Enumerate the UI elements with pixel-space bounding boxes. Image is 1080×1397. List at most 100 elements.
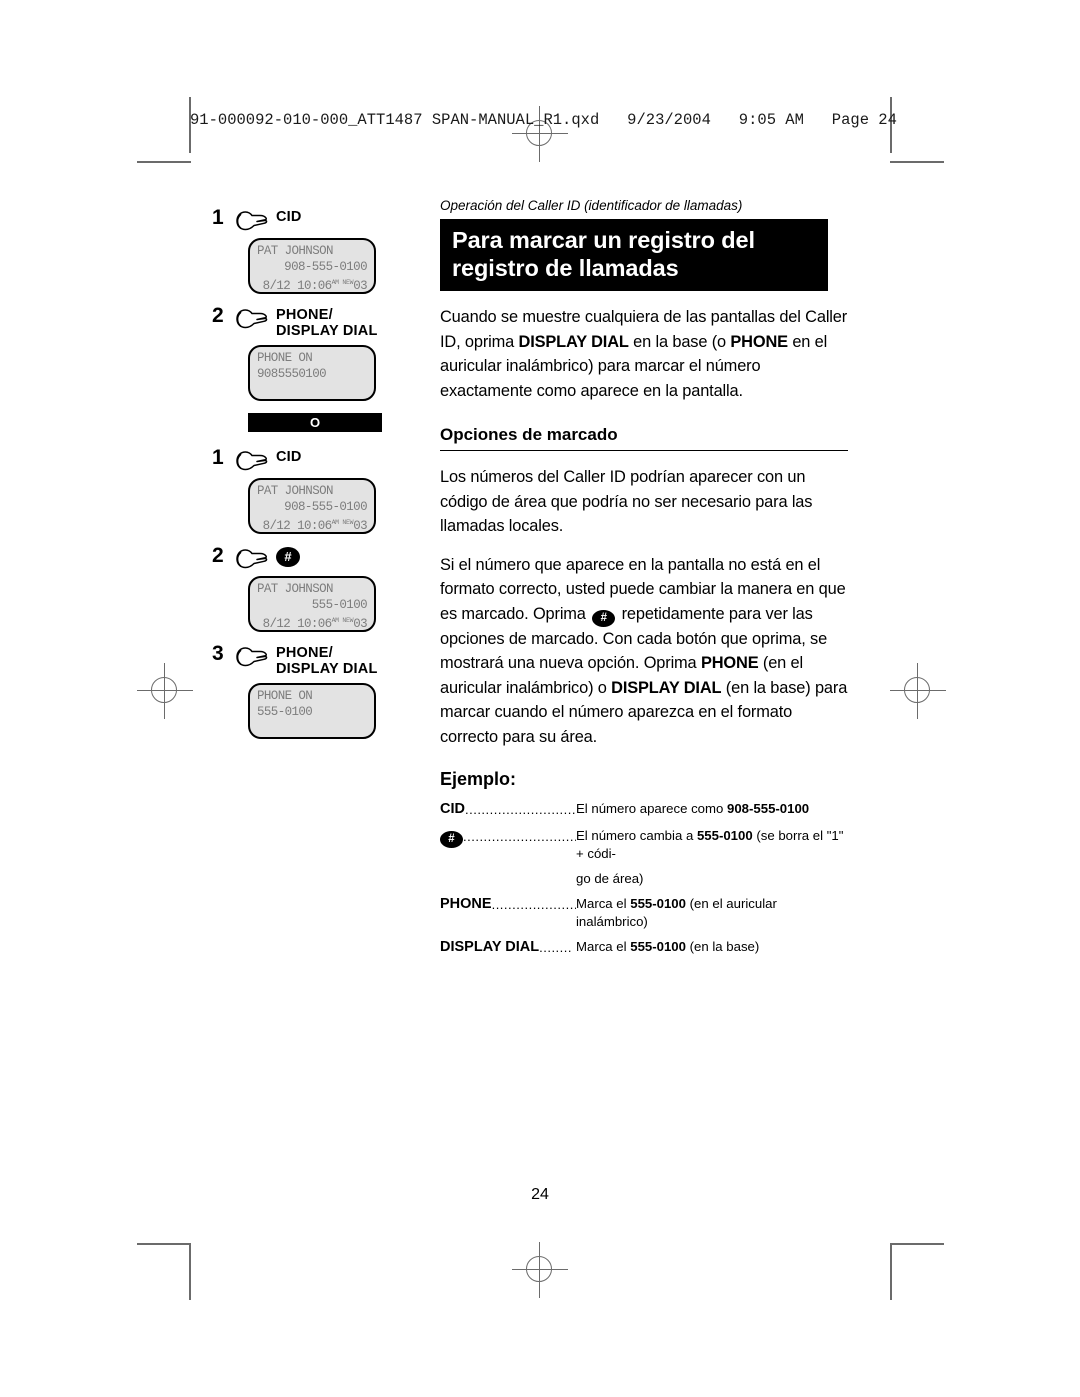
button-label: PHONE/ DISPLAY DIAL xyxy=(276,645,378,677)
button-label: CID xyxy=(276,449,302,465)
example-value-number: 555-0100 xyxy=(630,939,686,954)
para3-bold-phone: PHONE xyxy=(700,654,759,672)
example-value-pre: Marca el xyxy=(576,939,631,954)
lcd-am-new-indicator: AM NEW xyxy=(331,279,354,286)
crop-mark-bottom-left-horizontal xyxy=(137,1243,191,1245)
lcd-line-number: 555-0100 xyxy=(311,598,368,612)
lcd-am-new-indicator: AM NEW xyxy=(331,617,354,624)
example-key: DISPLAY DIAL xyxy=(440,939,540,955)
example-row-display-dial: DISPLAY DIAL ........ Marca el 555-0100 … xyxy=(440,938,852,958)
lcd-line-status: PHONE ON xyxy=(257,689,313,703)
example-key: PHONE xyxy=(440,896,492,912)
example-key: # xyxy=(440,827,463,848)
example-leader-dots: ..................... xyxy=(491,897,576,912)
pointing-hand-icon xyxy=(236,309,268,329)
pointing-hand-icon xyxy=(236,647,268,667)
example-row-cid: CID ............................... El n… xyxy=(440,800,852,820)
intro-paragraph: Cuando se muestre cualquiera de las pant… xyxy=(440,305,852,403)
step-number: 1 xyxy=(212,206,224,229)
example-value: Marca el 555-0100 (en la base) xyxy=(576,938,852,956)
crop-mark-bottom-right-horizontal xyxy=(890,1243,944,1245)
page-number: 24 xyxy=(531,1186,549,1203)
intro-text-2: en la base (o xyxy=(628,332,731,351)
intro-bold-display-dial: DISPLAY DIAL xyxy=(518,332,629,351)
sequence-b: 1 CID PAT JOHNSON 908-555-0100 8/12 10:0… xyxy=(212,446,412,739)
lcd-line-number: 9085550100 xyxy=(257,367,327,381)
lcd-line-timestamp: 8/12 10:06AM NEW03 xyxy=(250,613,374,632)
lcd-line-status: PHONE ON xyxy=(257,351,313,365)
example-leader-dots: ........ xyxy=(539,940,573,955)
example-row-pound: # .............................. El núme… xyxy=(440,827,852,863)
example-row-pound-continuation: go de área) xyxy=(576,871,644,886)
example-value-pre: El número aparece como xyxy=(576,801,727,816)
registration-mark-bottom xyxy=(512,1242,568,1298)
lcd-screen: PAT JOHNSON 555-0100 8/12 10:06AM NEW03 xyxy=(248,576,376,632)
crop-mark-top-right-horizontal xyxy=(890,161,944,163)
para3-bold-display-dial: DISPLAY DIAL xyxy=(611,678,722,697)
lcd-line-number: 555-0100 xyxy=(257,705,313,719)
example-value-pre: Marca el xyxy=(576,896,631,911)
example-leader-dots: ............................... xyxy=(464,802,576,817)
example-value-number: 555-0100 xyxy=(696,828,753,843)
pointing-hand-icon xyxy=(236,451,268,471)
running-head: Operación del Caller ID (identificador d… xyxy=(440,198,743,213)
lcd-line-timestamp: 8/12 10:06AM NEW03 xyxy=(250,515,374,534)
example-value: El número cambia a 555-0100 (se borra el… xyxy=(576,827,852,863)
slug-text: 91-000092-010-000_ATT1487 SPAN-MANUAL_R1… xyxy=(190,111,897,129)
crop-mark-top-left-horizontal xyxy=(137,161,191,163)
step-number: 2 xyxy=(212,304,224,327)
printed-page: 91-000092-010-000_ATT1487 SPAN-MANUAL_R1… xyxy=(0,0,1080,1397)
pound-key-icon: # xyxy=(276,547,300,567)
example-value-post: (en la base) xyxy=(685,939,760,954)
lcd-line-number: 908-555-0100 xyxy=(284,260,367,274)
crop-mark-bottom-right-vertical xyxy=(890,1244,892,1300)
illustration-column: 1 CID PAT JOHNSON 908-555-0100 8/12 10:0… xyxy=(212,206,412,749)
paragraph-area-code: Los números del Caller ID podrían aparec… xyxy=(440,468,813,535)
page-title: Para marcar un registro del registro de … xyxy=(440,219,828,291)
example-value-number: 555-0100 xyxy=(630,896,686,911)
lcd-line-name: PAT JOHNSON xyxy=(257,484,334,498)
lcd-record-count: 03 xyxy=(353,617,367,632)
example-value-number: 908-555-0100 xyxy=(727,801,810,816)
example-heading: Ejemplo: xyxy=(440,769,517,789)
button-label: PHONE/ DISPLAY DIAL xyxy=(276,307,378,339)
lcd-am-new-indicator: AM NEW xyxy=(331,519,354,526)
step-row: 2 PHONE/ DISPLAY DIAL xyxy=(212,304,412,339)
step-row: 2 # xyxy=(212,544,412,570)
step-row: 1 CID xyxy=(212,206,412,232)
crop-mark-bottom-left-vertical xyxy=(189,1244,191,1300)
lcd-screen: PHONE ON 555-0100 xyxy=(248,683,376,739)
lcd-screen: PAT JOHNSON 908-555-0100 8/12 10:06AM NE… xyxy=(248,238,376,294)
prepress-slug-line: 91-000092-010-000_ATT1487 SPAN-MANUAL_R1… xyxy=(190,107,897,133)
text-column: Operación del Caller ID (identificador d… xyxy=(440,198,852,965)
lcd-time: 8/12 10:06 xyxy=(262,519,333,534)
pound-key-icon: # xyxy=(440,831,463,848)
example-leader-dots: .............................. xyxy=(463,829,576,844)
pointing-hand-icon xyxy=(236,211,268,231)
lcd-line-timestamp: 8/12 10:06AM NEW03 xyxy=(250,275,374,294)
lcd-record-count: 03 xyxy=(353,279,367,294)
intro-bold-phone: PHONE xyxy=(730,332,788,351)
example-row-phone: PHONE ..................... Marca el 555… xyxy=(440,895,852,931)
registration-mark-right xyxy=(890,663,946,719)
button-label: CID xyxy=(276,209,302,225)
example-key: CID xyxy=(440,801,465,817)
alternative-divider-bar: O xyxy=(248,413,382,432)
lcd-screen: PHONE ON 9085550100 xyxy=(248,345,376,401)
paragraph-dial-options: Si el número que aparece en la pantalla … xyxy=(440,553,852,750)
section-subheading: Opciones de marcado xyxy=(440,425,848,451)
step-number: 3 xyxy=(212,642,224,665)
lcd-time: 8/12 10:06 xyxy=(262,279,333,294)
step-row: 3 PHONE/ DISPLAY DIAL xyxy=(212,642,412,677)
step-number: 1 xyxy=(212,446,224,469)
lcd-line-name: PAT JOHNSON xyxy=(257,244,334,258)
example-value: Marca el 555-0100 (en el auricular inalá… xyxy=(576,895,852,931)
step-number: 2 xyxy=(212,544,224,567)
sequence-a: 1 CID PAT JOHNSON 908-555-0100 8/12 10:0… xyxy=(212,206,412,401)
lcd-screen: PAT JOHNSON 908-555-0100 8/12 10:06AM NE… xyxy=(248,478,376,534)
example-value-pre: El número cambia a xyxy=(576,828,697,843)
lcd-line-number: 908-555-0100 xyxy=(284,500,367,514)
example-value: El número aparece como 908-555-0100 xyxy=(576,800,852,818)
lcd-line-name: PAT JOHNSON xyxy=(257,582,334,596)
step-row: 1 CID xyxy=(212,446,412,472)
